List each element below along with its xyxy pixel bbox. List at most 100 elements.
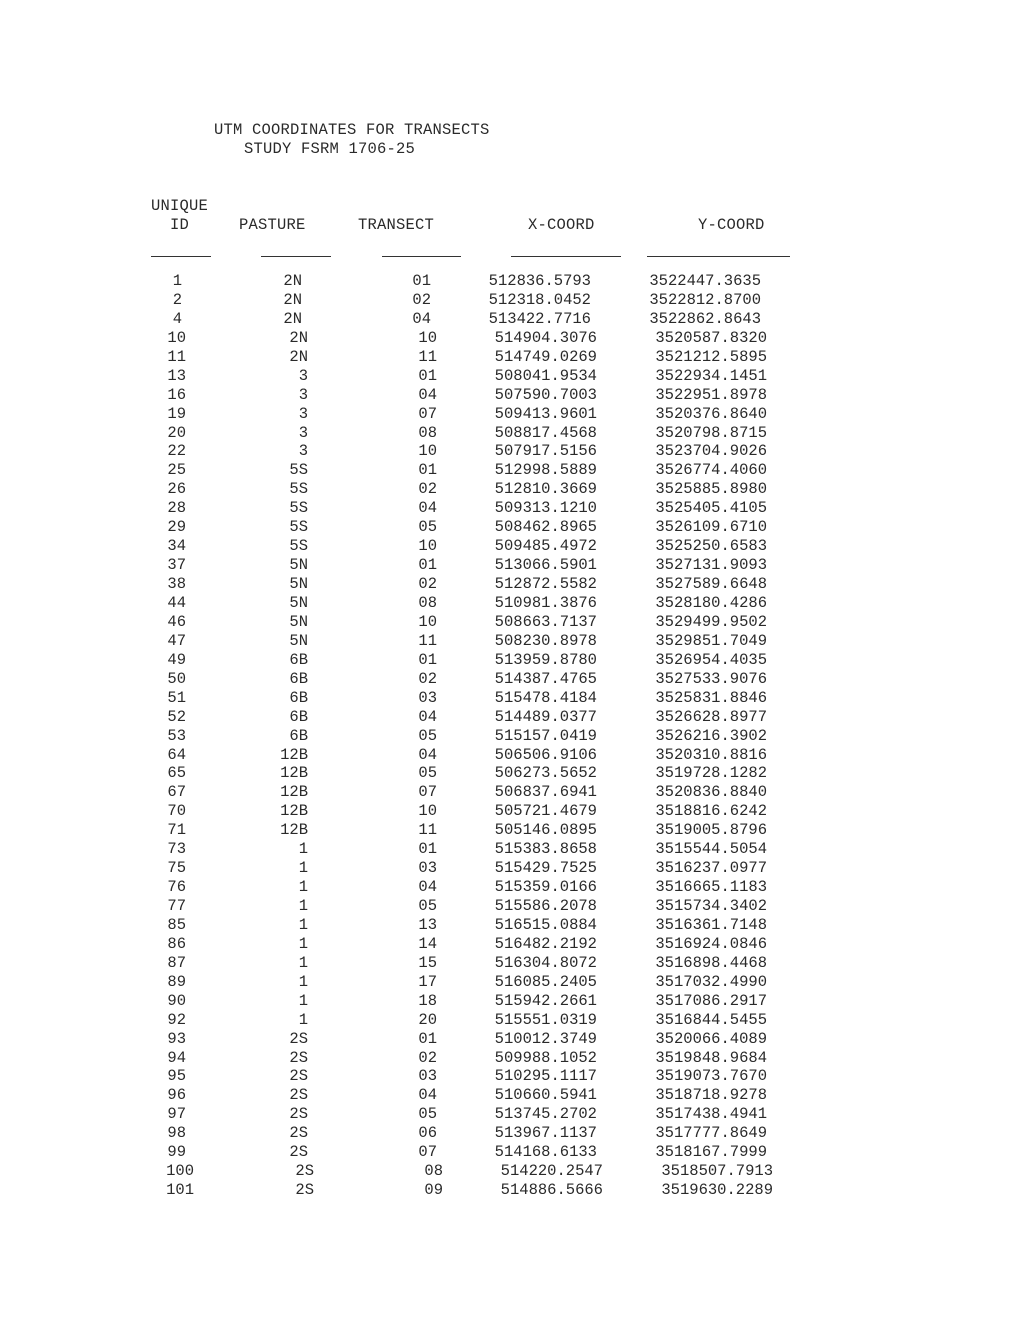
cell-x-coord: 512998.5889: [494, 461, 597, 480]
table-row: 50 6B 02 514387.4765 3527533.9076: [0, 670, 1020, 688]
cell-x-coord: 515942.2661: [494, 991, 597, 1010]
cell-id: 16: [167, 385, 186, 404]
cell-x-coord: 516085.2405: [494, 972, 597, 991]
table-row: 2 2N 02 512318.0452 3522812.8700: [0, 291, 1020, 309]
cell-id: 86: [167, 934, 186, 953]
cell-id: 29: [167, 518, 186, 537]
cell-id: 44: [167, 593, 186, 612]
cell-id: 13: [167, 366, 186, 385]
cell-pasture: 3: [298, 366, 308, 385]
cell-y-coord: 3526954.4035: [655, 650, 767, 669]
table-row: 13 3 01 508041.9534 3522934.1451: [0, 367, 1020, 385]
table-row: 37 5N 01 513066.5901 3527131.9093: [0, 556, 1020, 574]
table-row: 86 1 14 516482.2192 3516924.0846: [0, 935, 1020, 953]
table-row: 38 5N 02 512872.5582 3527589.6648: [0, 575, 1020, 593]
cell-x-coord: 507917.5156: [494, 442, 597, 461]
cell-transect: 13: [418, 915, 437, 934]
cell-x-coord: 508462.8965: [494, 518, 597, 537]
cell-id: 71: [167, 821, 186, 840]
cell-id: 100: [166, 1162, 194, 1181]
cell-pasture: 2S: [289, 1086, 308, 1105]
cell-x-coord: 515383.8658: [494, 840, 597, 859]
document-title: UTM COORDINATES FOR TRANSECTS: [214, 121, 490, 139]
cell-id: 65: [167, 764, 186, 783]
cell-x-coord: 514749.0269: [494, 347, 597, 366]
cell-pasture: 1: [298, 897, 308, 916]
table-row: 20 3 08 508817.4568 3520798.8715: [0, 424, 1020, 442]
table-row: 100 2S 08 514220.2547 3518507.7913: [0, 1162, 1020, 1180]
cell-pasture: 1: [298, 915, 308, 934]
cell-transect: 05: [418, 764, 437, 783]
cell-id: 97: [167, 1105, 186, 1124]
cell-pasture: 2S: [289, 1105, 308, 1124]
cell-id: 47: [167, 631, 186, 650]
cell-pasture: 1: [298, 972, 308, 991]
cell-id: 50: [167, 669, 186, 688]
header-id-line1: UNIQUE: [151, 197, 209, 215]
cell-transect: 10: [418, 802, 437, 821]
header-underline-pasture: [261, 256, 331, 257]
cell-id: 90: [167, 991, 186, 1010]
cell-y-coord: 3517086.2917: [655, 991, 767, 1010]
cell-x-coord: 512836.5793: [488, 272, 591, 290]
cell-y-coord: 3520587.8320: [655, 328, 767, 347]
cell-transect: 11: [418, 821, 437, 840]
table-row: 47 5N 11 508230.8978 3529851.7049: [0, 632, 1020, 650]
table-row: 71 12B 11 505146.0895 3519005.8796: [0, 821, 1020, 839]
cell-transect: 07: [418, 404, 437, 423]
cell-pasture: 3: [298, 385, 308, 404]
cell-id: 22: [167, 442, 186, 461]
cell-y-coord: 3525831.8846: [655, 688, 767, 707]
cell-id: 94: [167, 1048, 186, 1067]
cell-x-coord: 509988.1052: [494, 1048, 597, 1067]
cell-x-coord: 510981.3876: [494, 593, 597, 612]
cell-pasture: 2N: [283, 290, 302, 309]
cell-pasture: 5N: [289, 575, 308, 594]
cell-pasture: 12B: [280, 764, 308, 783]
table-row: 25 5S 01 512998.5889 3526774.4060: [0, 461, 1020, 479]
cell-transect: 07: [418, 1143, 437, 1162]
cell-id: 25: [167, 461, 186, 480]
header-underline-x-coord: [511, 256, 621, 257]
table-row: 92 1 20 515551.0319 3516844.5455: [0, 1011, 1020, 1029]
cell-y-coord: 3526774.4060: [655, 461, 767, 480]
table-row: 29 5S 05 508462.8965 3526109.6710: [0, 518, 1020, 536]
cell-y-coord: 3519005.8796: [655, 821, 767, 840]
cell-pasture: 5S: [289, 461, 308, 480]
cell-y-coord: 3527589.6648: [655, 575, 767, 594]
cell-y-coord: 3523704.9026: [655, 442, 767, 461]
cell-y-coord: 3519073.7670: [655, 1067, 767, 1086]
cell-id: 70: [167, 802, 186, 821]
cell-transect: 02: [418, 669, 437, 688]
table-row: 28 5S 04 509313.1210 3525405.4105: [0, 499, 1020, 517]
cell-transect: 05: [418, 518, 437, 537]
cell-y-coord: 3528180.4286: [655, 593, 767, 612]
cell-transect: 17: [418, 972, 437, 991]
cell-transect: 15: [418, 953, 437, 972]
cell-transect: 03: [418, 859, 437, 878]
cell-pasture: 3: [298, 442, 308, 461]
cell-transect: 04: [412, 309, 431, 328]
cell-y-coord: 3520798.8715: [655, 423, 767, 442]
cell-y-coord: 3529851.7049: [655, 631, 767, 650]
cell-x-coord: 508817.4568: [494, 423, 597, 442]
cell-transect: 02: [418, 480, 437, 499]
cell-y-coord: 3525885.8980: [655, 480, 767, 499]
cell-id: 52: [167, 707, 186, 726]
cell-pasture: 6B: [289, 726, 308, 745]
header-x-coord: X-COORD: [528, 216, 595, 234]
cell-transect: 05: [418, 726, 437, 745]
table-row: 75 1 03 515429.7525 3516237.0977: [0, 859, 1020, 877]
cell-transect: 03: [418, 1067, 437, 1086]
cell-x-coord: 509413.9601: [494, 404, 597, 423]
cell-pasture: 1: [298, 878, 308, 897]
cell-y-coord: 3516844.5455: [655, 1010, 767, 1029]
cell-id: 37: [167, 556, 186, 575]
cell-pasture: 6B: [289, 669, 308, 688]
table-row: 10 2N 10 514904.3076 3520587.8320: [0, 329, 1020, 347]
table-row: 49 6B 01 513959.8780 3526954.4035: [0, 651, 1020, 669]
cell-pasture: 2S: [295, 1162, 314, 1181]
cell-y-coord: 3522862.8643: [649, 309, 761, 328]
cell-x-coord: 506837.6941: [494, 783, 597, 802]
table-row: 73 1 01 515383.8658 3515544.5054: [0, 840, 1020, 858]
